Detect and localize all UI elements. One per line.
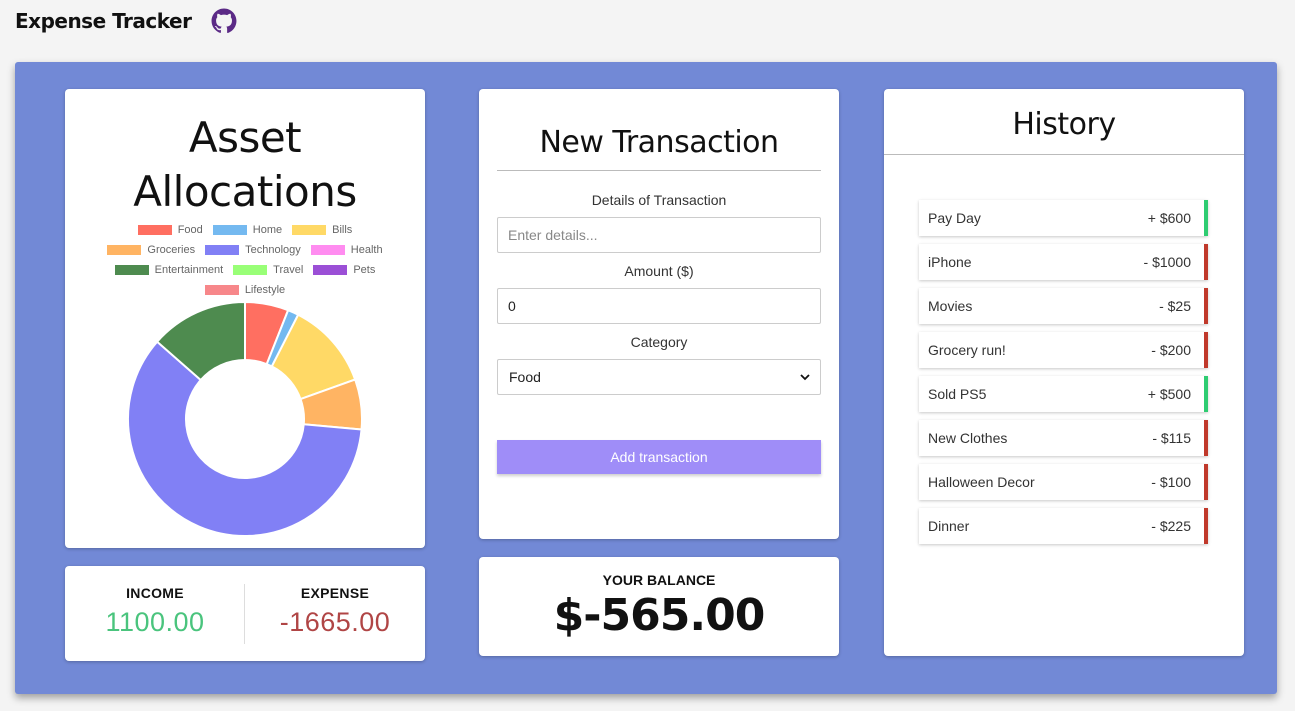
amount-input[interactable] — [497, 288, 821, 324]
transaction-amount: + $600 — [1147, 210, 1191, 226]
transaction-name: Pay Day — [928, 210, 981, 226]
list-item[interactable]: Sold PS5 + $500 — [919, 376, 1208, 412]
history-title: History — [884, 89, 1244, 155]
dashboard-panel: Asset Allocations Food Home Bills Grocer… — [15, 62, 1277, 694]
allocations-title-line1: Asset — [188, 113, 302, 162]
list-item[interactable]: New Clothes - $115 — [919, 420, 1208, 456]
list-item[interactable]: Grocery run! - $200 — [919, 332, 1208, 368]
list-item[interactable]: Halloween Decor - $100 — [919, 464, 1208, 500]
allocation-donut-chart[interactable] — [120, 294, 370, 544]
legend-label: Groceries — [147, 244, 196, 256]
expense-label: EXPENSE — [300, 585, 370, 601]
expense-value: -1665.00 — [279, 607, 391, 637]
income-expense-card: INCOME 1100.00 EXPENSE -1665.00 — [65, 566, 425, 661]
new-transaction-title: New Transaction — [497, 125, 821, 171]
legend-label: Pets — [353, 264, 376, 276]
legend-swatch — [212, 225, 247, 235]
legend-travel[interactable]: Travel — [233, 260, 303, 280]
top-bar: Expense Tracker — [15, 6, 237, 36]
list-item[interactable]: iPhone - $1000 — [919, 244, 1208, 280]
legend-swatch — [233, 265, 268, 275]
history-card: History Pay Day + $600 iPhone - $1000 Movi… — [884, 89, 1244, 656]
legend-swatch — [107, 245, 142, 255]
transaction-amount: - $225 — [1151, 518, 1191, 534]
allocations-title-line2: Allocations — [133, 167, 357, 216]
legend-label: Technology — [245, 244, 301, 256]
allocations-title: Asset Allocations — [65, 111, 425, 219]
income-value: 1100.00 — [105, 607, 205, 637]
transaction-name: Dinner — [928, 518, 970, 534]
legend-pets[interactable]: Pets — [313, 260, 375, 280]
chevron-down-icon — [800, 374, 810, 381]
legend-label: Health — [350, 244, 383, 256]
legend-swatch — [137, 225, 172, 235]
income-label: INCOME — [126, 585, 184, 601]
expense-section: EXPENSE -1665.00 — [245, 566, 425, 661]
app-title: Expense Tracker — [15, 9, 192, 33]
legend-home[interactable]: Home — [212, 220, 283, 240]
transaction-name: Sold PS5 — [928, 386, 987, 402]
legend-groceries[interactable]: Groceries — [107, 240, 195, 260]
legend-swatch — [310, 245, 345, 255]
legend-food[interactable]: Food — [137, 220, 203, 240]
github-icon[interactable] — [211, 8, 237, 34]
balance-label: YOUR BALANCE — [602, 572, 716, 588]
legend-label: Bills — [332, 224, 353, 236]
category-label: Category — [630, 334, 688, 350]
details-label: Details of Transaction — [591, 192, 727, 208]
transaction-amount: - $200 — [1151, 342, 1191, 358]
new-transaction-card: New Transaction Details of Transaction A… — [479, 89, 839, 539]
list-item[interactable]: Dinner - $225 — [919, 508, 1208, 544]
legend-bills[interactable]: Bills — [292, 220, 352, 240]
transaction-amount: - $25 — [1159, 298, 1191, 314]
transaction-name: iPhone — [928, 254, 972, 270]
category-selected-value: Food — [509, 369, 541, 385]
details-input[interactable] — [497, 217, 821, 253]
transaction-amount: - $115 — [1152, 430, 1191, 446]
transaction-amount: - $100 — [1151, 474, 1191, 490]
legend-swatch — [292, 225, 327, 235]
chart-legend: Food Home Bills Groceries Technology Hea… — [65, 220, 425, 300]
transaction-name: Halloween Decor — [928, 474, 1035, 490]
asset-allocations-card: Asset Allocations Food Home Bills Grocer… — [65, 89, 425, 548]
transaction-amount: + $500 — [1147, 386, 1191, 402]
income-section: INCOME 1100.00 — [65, 566, 245, 661]
category-select[interactable]: Food — [497, 359, 821, 395]
legend-swatch — [205, 245, 240, 255]
amount-label: Amount ($) — [624, 263, 694, 279]
legend-label: Entertainment — [154, 264, 224, 276]
legend-label: Home — [252, 224, 283, 236]
transaction-name: Grocery run! — [928, 342, 1006, 358]
transaction-name: Movies — [928, 298, 973, 314]
legend-technology[interactable]: Technology — [205, 240, 301, 260]
history-list: Pay Day + $600 iPhone - $1000 Movies - $25 … — [919, 200, 1208, 552]
list-item[interactable]: Movies - $25 — [919, 288, 1208, 324]
transaction-name: New Clothes — [928, 430, 1008, 446]
legend-label: Travel — [273, 264, 304, 276]
legend-health[interactable]: Health — [310, 240, 383, 260]
legend-swatch — [114, 265, 149, 275]
legend-swatch — [313, 265, 348, 275]
legend-entertainment[interactable]: Entertainment — [114, 260, 224, 280]
balance-value: $-565.00 — [553, 590, 766, 641]
balance-card: YOUR BALANCE $-565.00 — [479, 557, 839, 656]
legend-label: Food — [177, 224, 203, 236]
list-item[interactable]: Pay Day + $600 — [919, 200, 1208, 236]
add-transaction-button[interactable]: Add transaction — [497, 440, 821, 474]
transaction-amount: - $1000 — [1143, 254, 1191, 270]
